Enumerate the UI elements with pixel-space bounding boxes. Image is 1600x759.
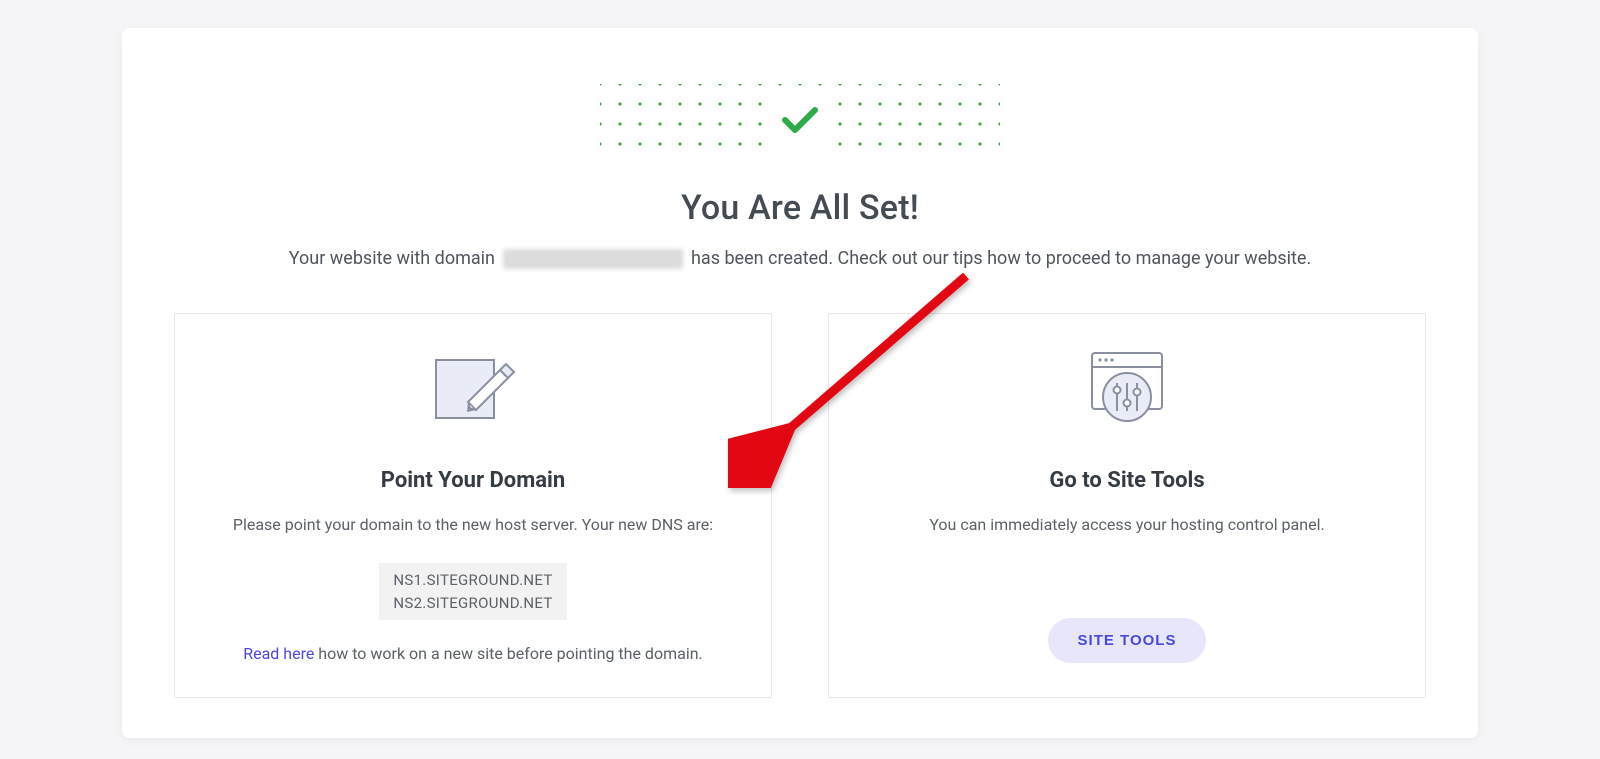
pencil-edit-icon	[430, 348, 516, 428]
dns-entry: NS1.SITEGROUND.NET	[393, 569, 552, 592]
settings-browser-icon	[1084, 348, 1170, 428]
page-subtitle: Your website with domain has been create…	[174, 248, 1426, 269]
point-domain-footnote: Read here how to work on a new site befo…	[243, 644, 703, 663]
domain-placeholder-blurred	[503, 249, 683, 269]
success-header: You Are All Set! Your website with domai…	[174, 84, 1426, 269]
point-domain-card: Point Your Domain Please point your doma…	[174, 313, 772, 698]
cards-row: Point Your Domain Please point your doma…	[174, 313, 1426, 698]
subtitle-after: has been created. Check out our tips how…	[691, 248, 1311, 269]
site-tools-card: Go to Site Tools You can immediately acc…	[828, 313, 1426, 698]
dns-list: NS1.SITEGROUND.NET NS2.SITEGROUND.NET	[379, 563, 566, 620]
subtitle-before: Your website with domain	[289, 248, 495, 269]
dns-entry: NS2.SITEGROUND.NET	[393, 592, 552, 615]
footnote-text: how to work on a new site before pointin…	[314, 644, 702, 663]
success-decoration	[600, 84, 1000, 156]
point-domain-title: Point Your Domain	[381, 468, 565, 493]
confirmation-panel: You Are All Set! Your website with domai…	[122, 28, 1478, 738]
checkmark-wrapper	[770, 90, 830, 150]
site-tools-description: You can immediately access your hosting …	[929, 513, 1324, 537]
site-tools-button[interactable]: SITE TOOLS	[1048, 618, 1207, 663]
point-domain-description: Please point your domain to the new host…	[233, 513, 713, 537]
page-title: You Are All Set!	[174, 188, 1426, 228]
read-here-link[interactable]: Read here	[243, 644, 314, 663]
site-tools-title: Go to Site Tools	[1049, 468, 1204, 493]
checkmark-icon	[782, 106, 818, 134]
